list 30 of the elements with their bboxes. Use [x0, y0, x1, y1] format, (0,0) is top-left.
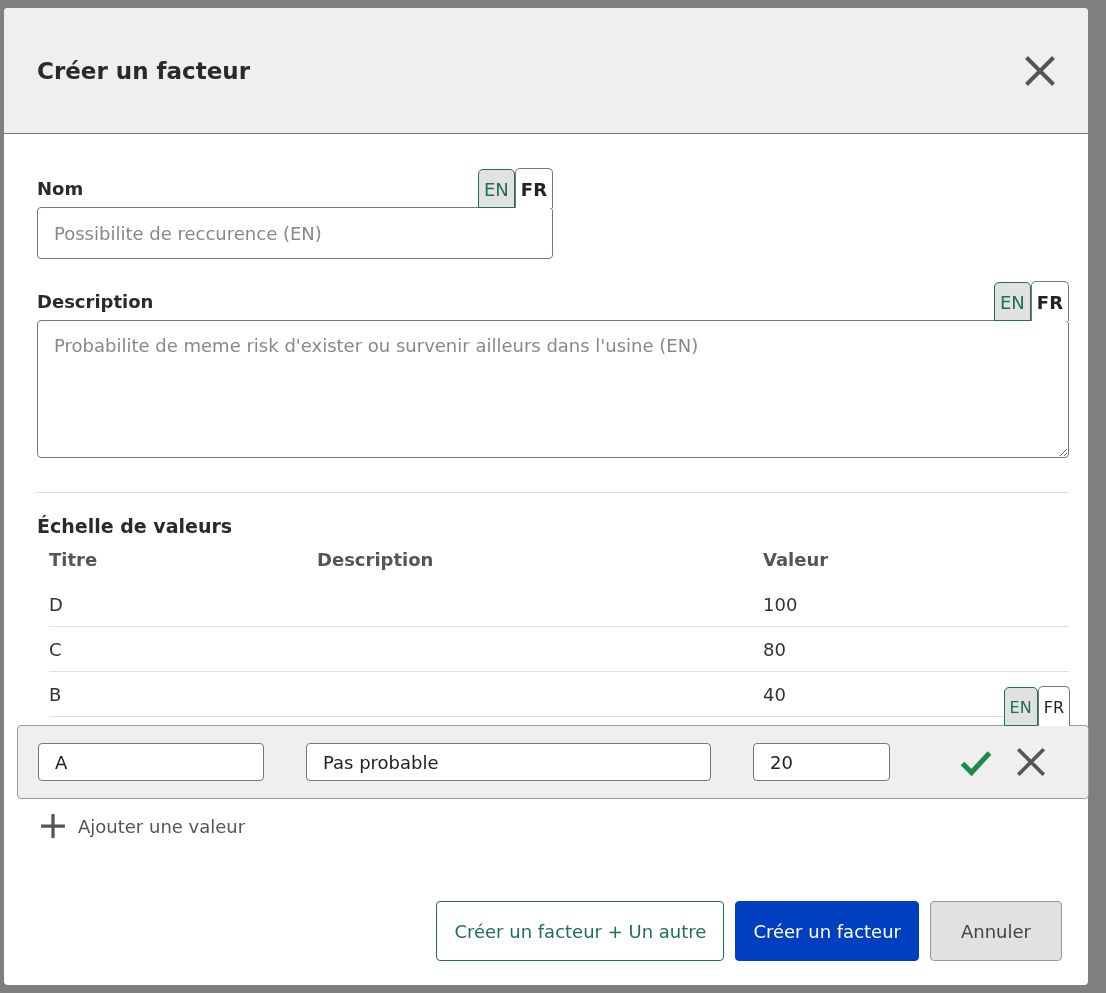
description-field[interactable]: Probabilite de meme risk d'exister ou survenir ailleurs dans l'usine (EN) — [37, 320, 1069, 458]
table-cell: 100 — [763, 582, 1069, 627]
language-tab[interactable]: FR — [1030, 281, 1069, 321]
section-title: Échelle de valeurs — [37, 515, 234, 537]
cancel-edit-button[interactable] — [1014, 745, 1048, 779]
table-cell: C — [49, 627, 317, 672]
title-input[interactable]: A — [38, 743, 264, 781]
table-cell: 80 — [763, 627, 1069, 672]
column-header: Valeur — [763, 548, 830, 572]
language-tab[interactable]: FR — [514, 168, 553, 208]
column-header: Description — [317, 548, 435, 572]
table-cell: D — [49, 582, 317, 627]
dialog-title: Créer un facteur — [37, 57, 250, 84]
description-input[interactable]: Pas probable — [306, 743, 711, 781]
column-header: Titre — [49, 548, 99, 572]
language-tab[interactable]: EN — [994, 282, 1031, 321]
field-label: Description — [37, 291, 154, 314]
plus-icon — [40, 813, 66, 839]
field-label: Nom — [37, 178, 84, 201]
language-tab[interactable]: EN — [478, 169, 515, 208]
close-icon — [1014, 745, 1048, 779]
create-another-button[interactable]: Créer un facteur + Un autre — [436, 901, 725, 961]
language-tab[interactable]: FR — [1037, 686, 1070, 726]
value-input[interactable]: 20 — [753, 743, 890, 781]
cancel-button[interactable]: Annuler — [930, 901, 1062, 961]
name-field[interactable]: Possibilite de reccurence (EN) — [37, 207, 553, 259]
add-value-button[interactable]: Ajouter une valeur — [40, 813, 246, 839]
language-tab[interactable]: EN — [1003, 687, 1038, 726]
table-cell: B — [49, 672, 317, 717]
create-button[interactable]: Créer un facteur — [735, 901, 919, 961]
